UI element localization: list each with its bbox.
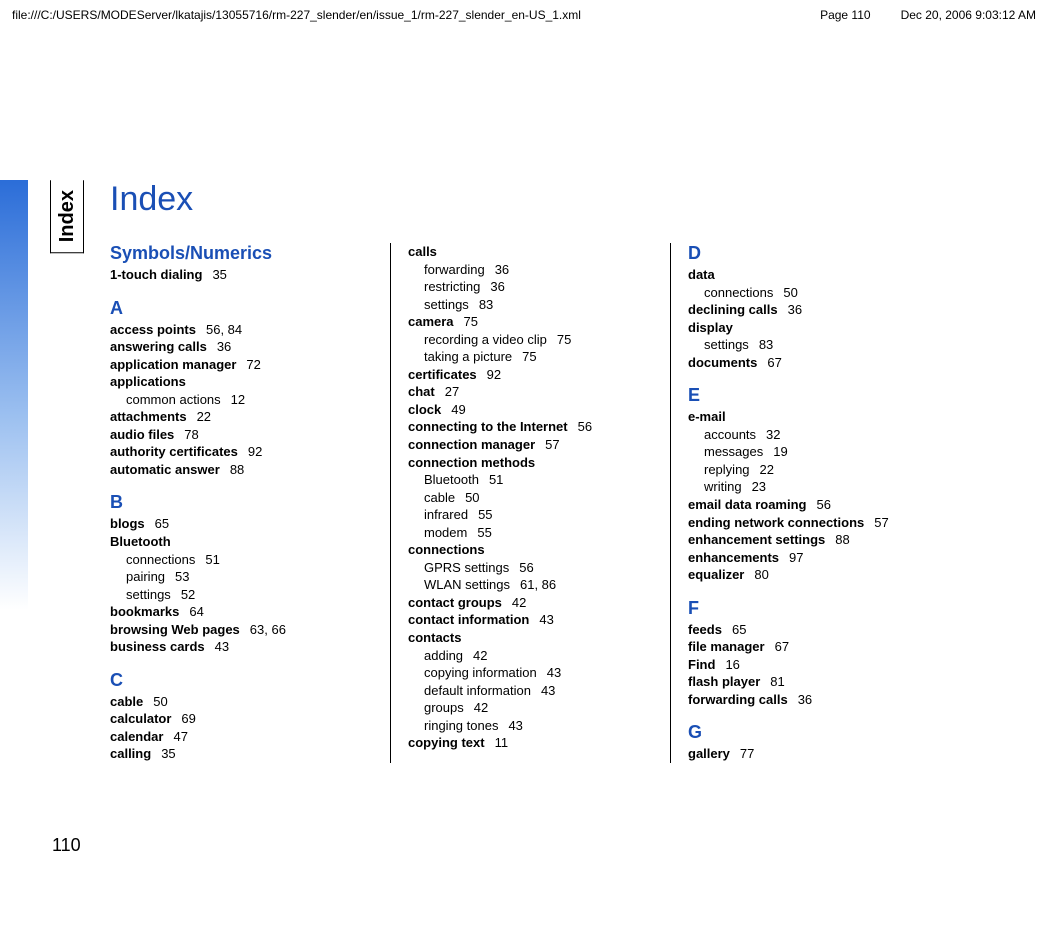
index-entry: chat27	[408, 383, 652, 401]
index-subentry: restricting36	[424, 278, 652, 296]
index-entry: equalizer80	[688, 566, 952, 584]
index-letter: F	[688, 598, 952, 619]
index-entry: email data roaming56	[688, 496, 952, 514]
index-entry: data	[688, 266, 952, 284]
index-entry: automatic answer88	[110, 461, 372, 479]
index-entry: copying text11	[408, 734, 652, 752]
index-letter: E	[688, 385, 952, 406]
index-subentry: modem55	[424, 524, 652, 542]
index-subentry: settings52	[126, 586, 372, 604]
index-col-2: callsforwarding36restricting36settings83…	[390, 243, 670, 763]
index-subentry: writing23	[704, 478, 952, 496]
index-letter: Symbols/Numerics	[110, 243, 372, 264]
index-subentry: groups42	[424, 699, 652, 717]
index-entry: gallery77	[688, 745, 952, 763]
index-letter: D	[688, 243, 952, 264]
index-entry: connection methods	[408, 454, 652, 472]
index-entry: certificates92	[408, 366, 652, 384]
index-subentry: connections51	[126, 551, 372, 569]
index-col-3: Ddataconnections50declining calls36displ…	[670, 243, 970, 763]
index-subentry: pairing53	[126, 568, 372, 586]
index-columns: Symbols/Numerics 1-touch dialing35 Aaccess…	[110, 243, 1038, 763]
index-entry: contact groups42	[408, 594, 652, 612]
index-entry: contacts	[408, 629, 652, 647]
index-subentry: replying22	[704, 461, 952, 479]
index-entry: contact information43	[408, 611, 652, 629]
side-gradient	[0, 180, 28, 610]
index-letter: B	[110, 492, 372, 513]
index-letter: A	[110, 298, 372, 319]
index-subentry: cable50	[424, 489, 652, 507]
index-subentry: default information43	[424, 682, 652, 700]
index-letter: C	[110, 670, 372, 691]
index-entry: flash player81	[688, 673, 952, 691]
index-col-1: Symbols/Numerics 1-touch dialing35 Aaccess…	[110, 243, 390, 763]
index-entry: application manager72	[110, 356, 372, 374]
datetime: Dec 20, 2006 9:03:12 AM	[901, 8, 1036, 22]
index-entry: connection manager57	[408, 436, 652, 454]
index-subentry: messages19	[704, 443, 952, 461]
index-subentry: settings83	[704, 336, 952, 354]
index-subentry: WLAN settings61, 86	[424, 576, 652, 594]
index-subentry: infrared55	[424, 506, 652, 524]
page-number: 110	[52, 835, 81, 856]
index-entry: business cards43	[110, 638, 372, 656]
index-entry: audio files78	[110, 426, 372, 444]
index-entry: calling35	[110, 745, 372, 763]
main-body: Index Symbols/Numerics 1-touch dialing35 A…	[110, 180, 1038, 763]
index-entry: blogs65	[110, 515, 372, 533]
index-entry: attachments22	[110, 408, 372, 426]
index-entry: calculator69	[110, 710, 372, 728]
index-entry: enhancements97	[688, 549, 952, 567]
index-subentry: adding42	[424, 647, 652, 665]
index-entry: forwarding calls36	[688, 691, 952, 709]
index-subentry: common actions12	[126, 391, 372, 409]
index-entry: connecting to the Internet56	[408, 418, 652, 436]
index-entry: calendar47	[110, 728, 372, 746]
index-letter: G	[688, 722, 952, 743]
index-subentry: Bluetooth51	[424, 471, 652, 489]
index-subentry: taking a picture75	[424, 348, 652, 366]
index-entry: 1-touch dialing35	[110, 266, 372, 284]
index-entry: authority certificates92	[110, 443, 372, 461]
file-path: file:///C:/USERS/MODEServer/lkatajis/130…	[12, 8, 581, 22]
index-entry: calls	[408, 243, 652, 261]
index-entry: bookmarks64	[110, 603, 372, 621]
index-entry: Find16	[688, 656, 952, 674]
index-entry: cable50	[110, 693, 372, 711]
index-entry: ending network connections57	[688, 514, 952, 532]
index-subentry: GPRS settings56	[424, 559, 652, 577]
index-entry: feeds65	[688, 621, 952, 639]
index-entry: e-mail	[688, 408, 952, 426]
index-entry: browsing Web pages63, 66	[110, 621, 372, 639]
index-subentry: forwarding36	[424, 261, 652, 279]
index-entry: file manager67	[688, 638, 952, 656]
index-entry: applications	[110, 373, 372, 391]
index-entry: access points56, 84	[110, 321, 372, 339]
page-title: Index	[110, 180, 1038, 219]
index-entry: display	[688, 319, 952, 337]
index-entry: enhancement settings88	[688, 531, 952, 549]
index-entry: camera75	[408, 313, 652, 331]
index-subentry: recording a video clip75	[424, 331, 652, 349]
index-subentry: accounts32	[704, 426, 952, 444]
index-entry: answering calls36	[110, 338, 372, 356]
index-entry: documents67	[688, 354, 952, 372]
index-entry: declining calls36	[688, 301, 952, 319]
index-subentry: ringing tones43	[424, 717, 652, 735]
page-indicator: Page 110	[820, 8, 871, 22]
side-tab: Index	[50, 180, 84, 253]
index-entry: connections	[408, 541, 652, 559]
browser-header: file:///C:/USERS/MODEServer/lkatajis/130…	[0, 0, 1048, 31]
index-entry: Bluetooth	[110, 533, 372, 551]
index-subentry: settings83	[424, 296, 652, 314]
index-subentry: copying information43	[424, 664, 652, 682]
index-subentry: connections50	[704, 284, 952, 302]
index-entry: clock49	[408, 401, 652, 419]
